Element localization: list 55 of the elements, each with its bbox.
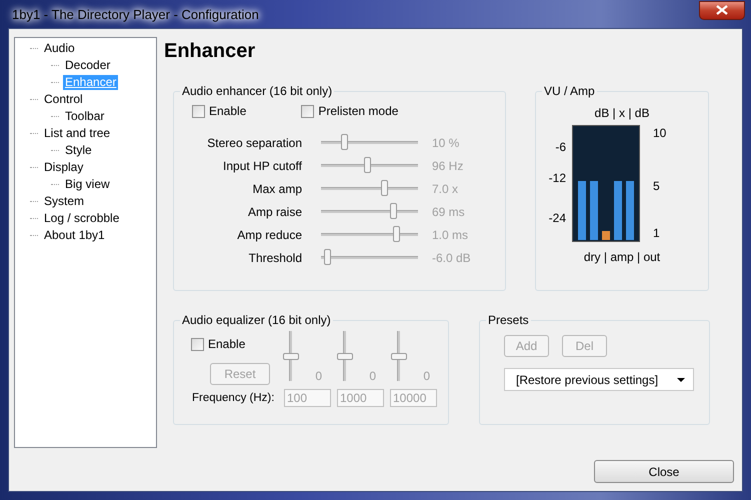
close-button[interactable]: Close [594, 460, 734, 483]
group-title: VU / Amp [543, 84, 596, 98]
group-title: Audio enhancer (16 bit only) [181, 84, 334, 98]
close-icon [716, 5, 728, 15]
group-title: Presets [487, 313, 530, 327]
slider-label: Max amp [252, 182, 302, 196]
slider-thumb[interactable] [283, 353, 299, 360]
checkbox-label: Enable [209, 104, 246, 118]
tree-item[interactable]: Audio [42, 41, 77, 56]
tree-item[interactable]: Log / scrobble [42, 211, 122, 226]
tree-item[interactable]: Big view [63, 177, 112, 192]
checkbox[interactable] [301, 104, 314, 118]
checkbox-label: Prelisten mode [318, 104, 398, 118]
scale-label: 1 [653, 226, 661, 240]
slider-value: -6.0 dB [432, 250, 471, 264]
slider-value: 7.0 x [432, 182, 458, 196]
slider-label: Stereo separation [206, 136, 302, 150]
slider-label: Amp reduce [236, 228, 302, 242]
group-title: Audio equalizer (16 bit only) [181, 313, 332, 327]
slider-value: 1.0 ms [432, 228, 468, 242]
slider-label: Threshold [248, 250, 302, 264]
tree-item[interactable]: Decoder [63, 58, 112, 73]
tree-item[interactable]: System [42, 194, 86, 209]
meter-footer: dry | amp | out [536, 250, 708, 264]
tree-item[interactable]: Display [42, 160, 86, 175]
slider-value: 10 % [432, 136, 460, 150]
scale-label: -24 [548, 211, 566, 225]
band-value: 0 [369, 369, 376, 383]
slider-thumb[interactable] [337, 353, 353, 360]
slider-value: 96 Hz [432, 158, 464, 172]
close-button[interactable] [699, 0, 745, 20]
window-title: 1by1 - The Directory Player - Configuration [11, 6, 260, 22]
scale-label: -6 [555, 140, 566, 154]
checkbox[interactable] [192, 104, 205, 118]
scale-label: 10 [653, 126, 668, 140]
preset-dropdown[interactable]: [Restore previous settings] [504, 368, 694, 391]
tree-item[interactable]: Style [63, 143, 94, 158]
band-value: 0 [423, 369, 430, 383]
tree-item[interactable]: Control [42, 92, 85, 107]
tree-item[interactable]: Toolbar [63, 109, 106, 124]
tree-item[interactable]: List and tree [42, 126, 112, 141]
scale-label: 5 [653, 179, 661, 193]
slider-thumb[interactable] [391, 353, 407, 360]
checkbox[interactable] [191, 338, 204, 350]
dropdown-arrow-icon [677, 378, 685, 382]
checkbox-label: Enable [208, 337, 246, 351]
slider-value: 69 ms [432, 204, 465, 218]
slider-label: Input HP cutoff [222, 158, 302, 172]
frequency-label: Frequency (Hz): [192, 392, 276, 404]
band-value: 0 [315, 369, 322, 383]
scale-label: -12 [548, 171, 566, 185]
slider-label: Amp raise [246, 204, 302, 218]
tree-item[interactable]: About 1by1 [42, 228, 107, 243]
meter-header: dB | x | dB [594, 106, 650, 120]
page-heading: Enhancer [164, 39, 256, 64]
